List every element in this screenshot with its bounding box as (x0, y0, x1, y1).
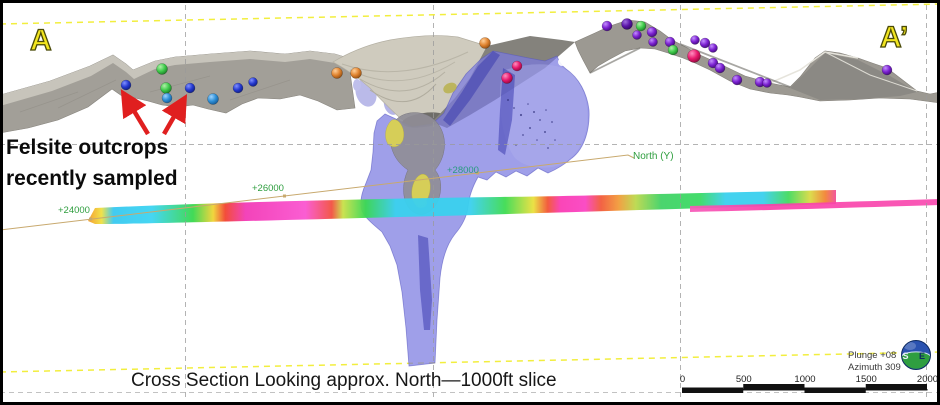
azimuth-value: Azimuth 309 (848, 362, 901, 374)
sample-marker-orange[interactable] (351, 68, 362, 79)
sample-marker-magenta[interactable] (688, 50, 701, 63)
scale-bar-label: 1000 (794, 374, 815, 385)
axis-tick-label: +26000 (252, 183, 284, 194)
sample-marker-magenta[interactable] (502, 73, 513, 84)
sample-marker-purple[interactable] (763, 79, 772, 88)
felsite-annotation-line1: Felsite outcrops (6, 132, 178, 163)
plunge-value: Plunge +08 (848, 350, 901, 362)
orientation-globe[interactable]: S E (902, 341, 931, 370)
magnetics-depth-slice[interactable] (88, 190, 940, 224)
cross-section-figure: S E A A’ Felsite outcrops recently sampl… (0, 0, 940, 405)
section-end-label: A’ (880, 21, 908, 55)
sample-marker-purple[interactable] (647, 27, 657, 37)
sample-marker-lightblue[interactable] (208, 94, 219, 105)
sample-marker-green[interactable] (636, 21, 646, 31)
sample-marker-purple[interactable] (882, 65, 892, 75)
sample-marker-darkpurple[interactable] (622, 19, 633, 30)
axis-tick-label: +28000 (447, 165, 479, 176)
view-orientation-info: Plunge +08 Azimuth 309 (848, 350, 901, 373)
sample-marker-purple[interactable] (602, 21, 612, 31)
slice-boundary-top (0, 4, 940, 24)
scale-bar-label: 2000 (917, 374, 938, 385)
slice-boundary-bottom (0, 352, 940, 372)
scale-bar (682, 384, 928, 393)
section-start-label: A (30, 24, 52, 58)
sample-marker-orange[interactable] (480, 38, 491, 49)
sample-marker-blue[interactable] (249, 78, 258, 87)
sample-marker-blue[interactable] (121, 80, 131, 90)
sample-marker-blue[interactable] (233, 83, 243, 93)
sample-marker-blue[interactable] (185, 83, 195, 93)
sample-marker-purple[interactable] (715, 63, 725, 73)
sample-marker-purple[interactable] (691, 36, 700, 45)
3d-scene-viewport[interactable]: S E (0, 0, 940, 405)
globe-south-letter: S (903, 351, 909, 361)
scale-bar-label: 500 (736, 374, 752, 385)
north-axis-label: North (Y) (633, 151, 674, 162)
sample-marker-purple[interactable] (649, 38, 658, 47)
felsite-annotation: Felsite outcrops recently sampled (6, 132, 178, 194)
sample-marker-purple[interactable] (633, 31, 642, 40)
sample-marker-lightblue[interactable] (162, 93, 172, 103)
axis-tick-label: +24000 (58, 205, 90, 216)
sample-marker-purple[interactable] (709, 44, 718, 53)
scale-bar-label: 0 (680, 374, 685, 385)
felsite-annotation-line2: recently sampled (6, 163, 178, 194)
sample-marker-green[interactable] (157, 64, 168, 75)
scale-bar-label: 1500 (856, 374, 877, 385)
sample-marker-magenta[interactable] (512, 61, 522, 71)
sample-marker-green[interactable] (161, 83, 172, 94)
sample-marker-purple[interactable] (732, 75, 742, 85)
sample-marker-orange[interactable] (332, 68, 343, 79)
sample-marker-green[interactable] (668, 45, 678, 55)
figure-caption: Cross Section Looking approx. North—1000… (131, 370, 557, 392)
globe-east-letter: E (919, 351, 925, 361)
